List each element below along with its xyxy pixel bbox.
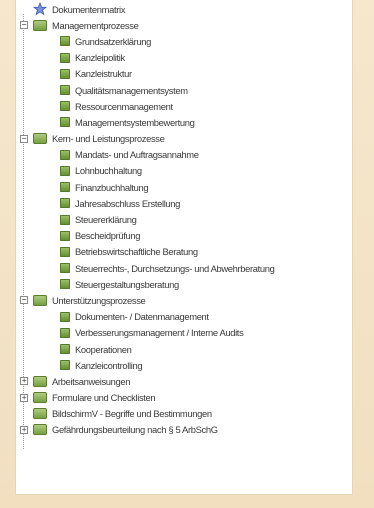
tree-leaf-label: Steuerrechts-, Durchsetzungs- und Abwehr…	[75, 262, 275, 274]
tree-leaf-item[interactable]: Jahresabschluss Erstellung	[16, 195, 352, 211]
tree-group-label: BildschirmV - Begriffe und Bestimmungen	[52, 408, 212, 420]
tree-leaf-item[interactable]: Steuerrechts-, Durchsetzungs- und Abwehr…	[16, 260, 352, 276]
expand-icon[interactable]: +	[20, 393, 28, 402]
document-icon	[60, 344, 70, 355]
tree-leaf-item[interactable]: Managementsystembewertung	[16, 114, 352, 130]
tree-leaf-item[interactable]: Qualitätsmanagementsystem	[16, 82, 352, 98]
document-icon	[60, 279, 70, 290]
document-icon	[60, 230, 70, 241]
tree-leaf-label: Grundsatzerklärung	[75, 35, 152, 47]
tree-group-item[interactable]: + Formulare und Checklisten	[16, 390, 352, 406]
star-icon	[33, 2, 47, 16]
document-icon	[60, 52, 70, 63]
tree-leaf-label: Kanzleipolitik	[75, 52, 125, 64]
tree-group-item[interactable]: + Arbeitsanweisungen	[16, 373, 352, 389]
document-icon	[60, 311, 70, 322]
tree-group-item[interactable]: − Kern- und Leistungsprozesse	[16, 131, 352, 147]
document-icon	[60, 68, 70, 79]
window-background: Dokumentenmatrix − Managementprozesse Grun…	[0, 0, 374, 508]
tree-group-item[interactable]: − Managementprozesse	[16, 17, 352, 33]
tree-group-label: Gefährdungsbeurteilung nach § 5 ArbSchG	[52, 424, 218, 436]
document-icon	[60, 85, 70, 96]
tree-group-label: Kern- und Leistungsprozesse	[52, 133, 165, 145]
folder-icon	[33, 424, 47, 436]
document-icon	[60, 327, 70, 338]
folder-icon	[33, 19, 47, 31]
tree-leaf-label: Kanzleistruktur	[75, 68, 132, 80]
document-icon	[60, 214, 70, 225]
document-icon	[60, 360, 70, 371]
tree-leaf-item[interactable]: Lohnbuchhaltung	[16, 163, 352, 179]
expand-icon[interactable]: +	[20, 425, 28, 434]
document-tree: Dokumentenmatrix − Managementprozesse Grun…	[16, 0, 352, 438]
tree-leaf-label: Kanzleicontrolling	[75, 359, 143, 371]
tree-leaf-item[interactable]: Steuergestaltungsberatung	[16, 276, 352, 292]
document-icon	[60, 263, 70, 274]
document-icon	[60, 165, 70, 176]
tree-leaf-label: Betriebswirtschaftliche Beratung	[75, 246, 198, 258]
tree-group-item[interactable]: BildschirmV - Begriffe und Bestimmungen	[16, 406, 352, 422]
tree-leaf-item[interactable]: Verbesserungsmanagement / Interne Audits	[16, 325, 352, 341]
tree-leaf-label: Jahresabschluss Erstellung	[75, 197, 181, 209]
collapse-icon[interactable]: −	[20, 296, 28, 305]
tree-leaf-label: Mandats- und Auftragsannahme	[75, 149, 199, 161]
tree-leaf-label: Lohnbuchhaltung	[75, 165, 142, 177]
tree-leaf-item[interactable]: Kanzleipolitik	[16, 50, 352, 66]
tree-view-panel: Dokumentenmatrix − Managementprozesse Grun…	[16, 0, 352, 494]
tree-group-label: Managementprozesse	[52, 19, 139, 31]
document-icon	[60, 182, 70, 193]
expand-icon[interactable]: +	[20, 377, 28, 386]
collapse-icon[interactable]: −	[20, 134, 28, 143]
folder-icon	[33, 375, 47, 387]
tree-leaf-item[interactable]: Ressourcenmanagement	[16, 98, 352, 114]
folder-icon	[33, 294, 47, 306]
tree-group-label: Unterstützungsprozesse	[52, 294, 146, 306]
document-icon	[60, 198, 70, 209]
tree-leaf-label: Bescheidprüfung	[75, 230, 141, 242]
tree-leaf-label: Ressourcenmanagement	[75, 100, 173, 112]
tree-root-label: Dokumentenmatrix	[52, 3, 126, 15]
tree-leaf-item[interactable]: Kooperationen	[16, 341, 352, 357]
folder-icon	[33, 133, 47, 145]
folder-icon	[33, 408, 47, 420]
tree-group-item[interactable]: + Gefährdungsbeurteilung nach § 5 ArbSchG	[16, 422, 352, 438]
folder-icon	[33, 392, 47, 404]
tree-group-item[interactable]: − Unterstützungsprozesse	[16, 292, 352, 308]
tree-leaf-item[interactable]: Bescheidprüfung	[16, 228, 352, 244]
tree-group-label: Formulare und Checklisten	[52, 392, 156, 404]
tree-leaf-label: Verbesserungsmanagement / Interne Audits	[75, 327, 244, 339]
tree-leaf-item[interactable]: Kanzleistruktur	[16, 66, 352, 82]
tree-group-label: Arbeitsanweisungen	[52, 375, 131, 387]
tree-leaf-label: Qualitätsmanagementsystem	[75, 84, 188, 96]
tree-leaf-label: Managementsystembewertung	[75, 116, 195, 128]
tree-leaf-label: Steuererklärung	[75, 214, 137, 226]
document-icon	[60, 149, 70, 160]
document-icon	[60, 117, 70, 128]
document-icon	[60, 246, 70, 257]
tree-leaf-item[interactable]: Kanzleicontrolling	[16, 357, 352, 373]
tree-leaf-item[interactable]: Grundsatzerklärung	[16, 33, 352, 49]
tree-leaf-item[interactable]: Finanzbuchhaltung	[16, 179, 352, 195]
collapse-icon[interactable]: −	[20, 21, 28, 30]
tree-leaf-item[interactable]: Betriebswirtschaftliche Beratung	[16, 244, 352, 260]
tree-leaf-item[interactable]: Mandats- und Auftragsannahme	[16, 147, 352, 163]
tree-leaf-label: Kooperationen	[75, 343, 132, 355]
document-icon	[60, 36, 70, 47]
tree-leaf-item[interactable]: Steuererklärung	[16, 211, 352, 227]
tree-root-item[interactable]: Dokumentenmatrix	[16, 1, 352, 17]
tree-leaf-label: Steuergestaltungsberatung	[75, 278, 179, 290]
tree-leaf-item[interactable]: Dokumenten- / Datenmanagement	[16, 309, 352, 325]
tree-leaf-label: Finanzbuchhaltung	[75, 181, 149, 193]
document-icon	[60, 101, 70, 112]
tree-leaf-label: Dokumenten- / Datenmanagement	[75, 311, 209, 323]
